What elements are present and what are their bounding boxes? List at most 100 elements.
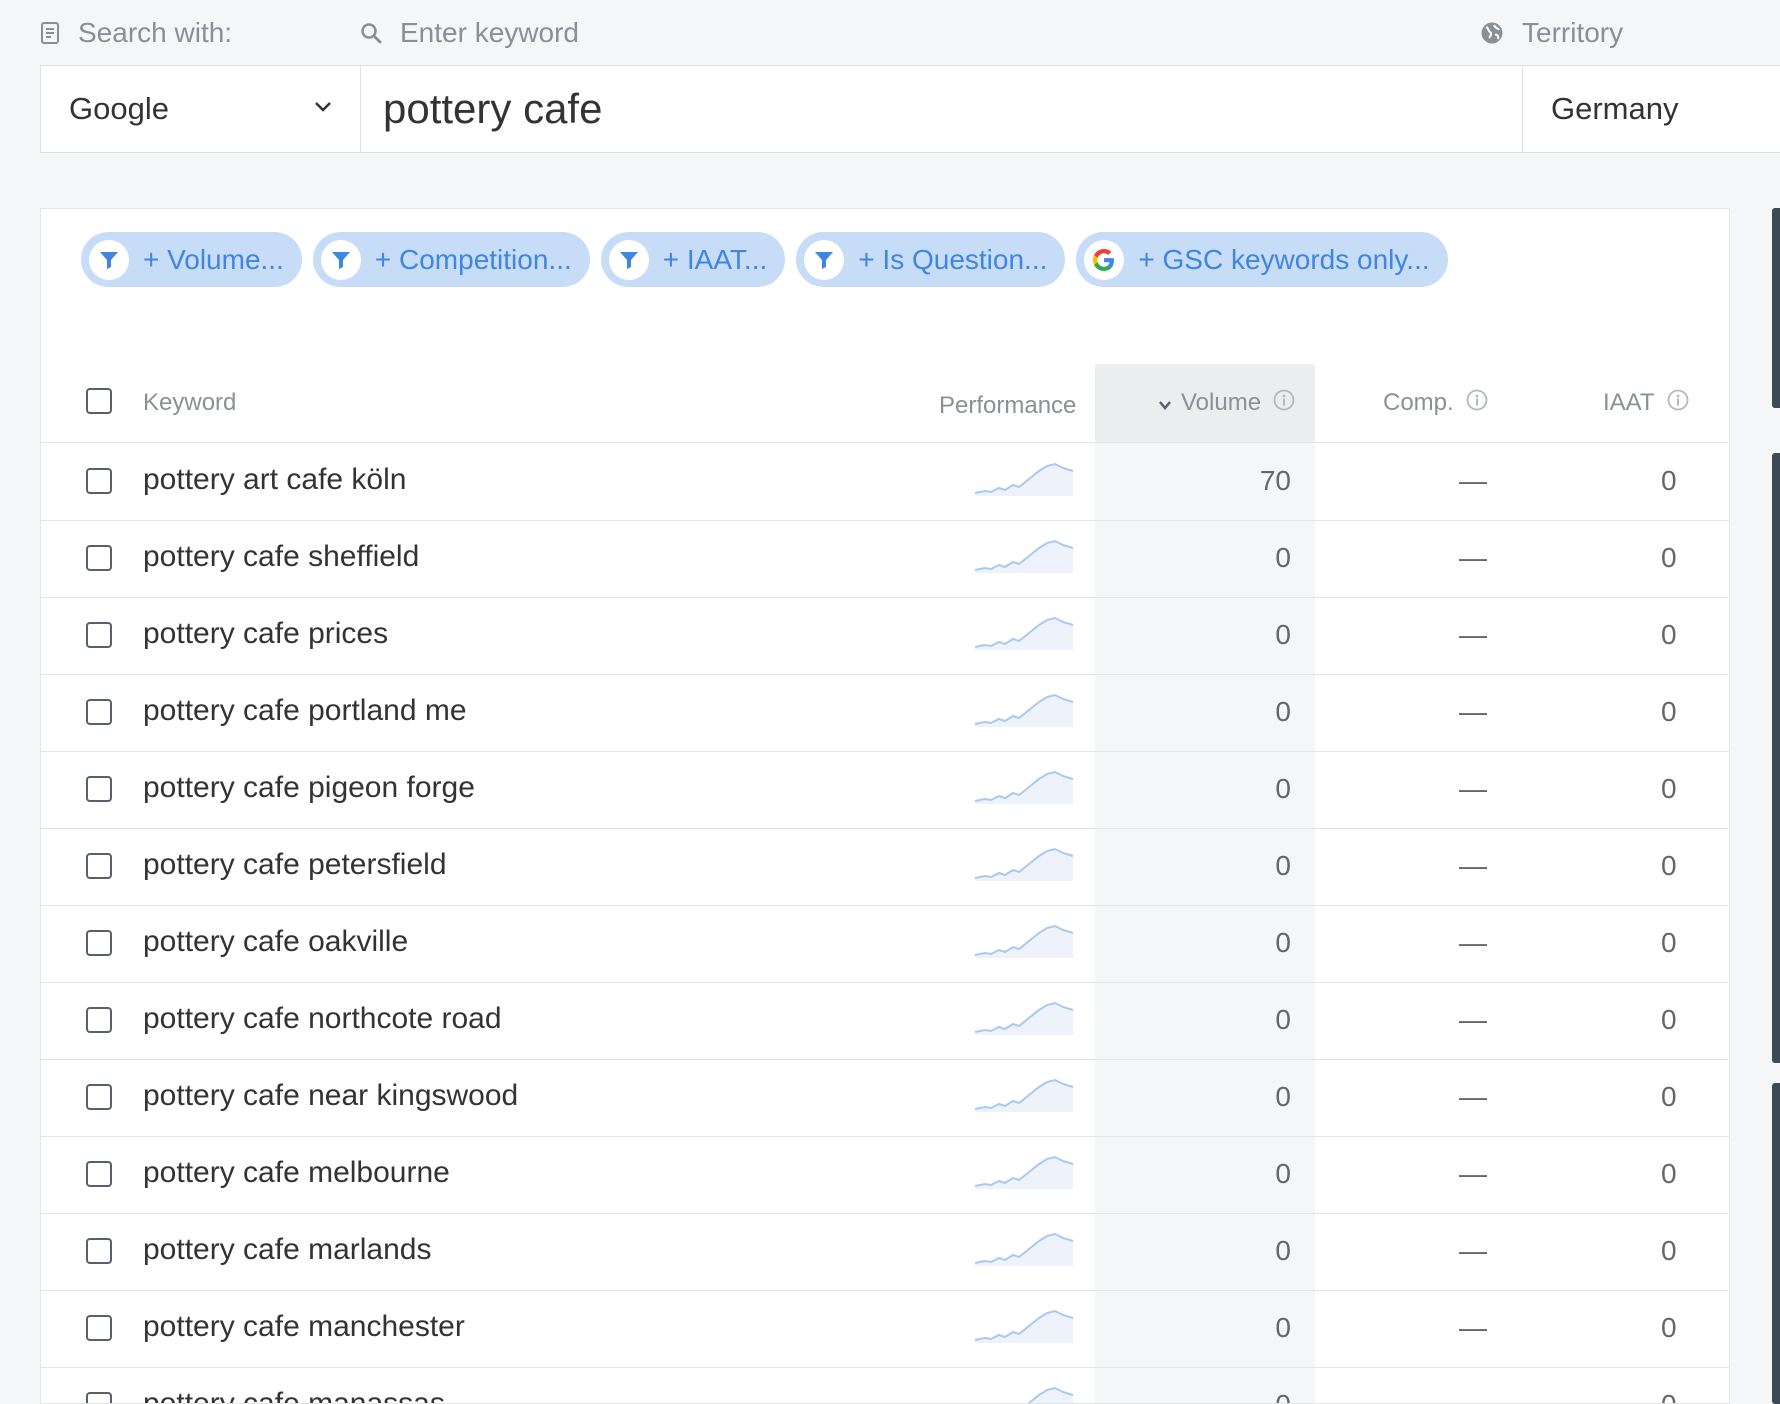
info-icon[interactable] xyxy=(1273,389,1295,418)
comp-cell: — xyxy=(1459,465,1487,496)
filter-icon xyxy=(320,239,361,280)
keyword-input[interactable] xyxy=(361,66,1522,152)
filter-icon xyxy=(89,239,129,280)
header-keyword[interactable]: Keyword xyxy=(143,364,236,442)
territory-select[interactable]: Germany xyxy=(1522,66,1780,152)
table-header: Keyword Performance Volume Comp. IAAT xyxy=(41,364,1729,443)
performance-sparkline xyxy=(973,692,1075,733)
performance-sparkline xyxy=(973,1385,1075,1403)
keyword-cell[interactable]: pottery cafe northcote road xyxy=(143,1002,502,1036)
row-checkbox[interactable] xyxy=(86,1161,112,1187)
row-checkbox[interactable] xyxy=(86,622,112,648)
row-checkbox[interactable] xyxy=(86,776,112,802)
iaat-cell: 0 xyxy=(1661,1312,1677,1343)
sort-desc-icon xyxy=(1159,389,1171,417)
table-row[interactable]: pottery cafe melbourne 0 — 0 xyxy=(41,1136,1729,1214)
comp-cell: — xyxy=(1459,1235,1487,1266)
performance-sparkline xyxy=(973,923,1075,964)
table-row[interactable]: pottery cafe petersfield 0 — 0 xyxy=(41,828,1729,906)
comp-cell: — xyxy=(1459,1081,1487,1112)
header-performance[interactable]: Performance xyxy=(939,367,1076,445)
google-icon xyxy=(1084,239,1125,280)
volume-cell: 0 xyxy=(1275,927,1291,958)
keyword-cell[interactable]: pottery art cafe köln xyxy=(143,463,406,497)
info-icon[interactable] xyxy=(1667,389,1689,418)
comp-cell: — xyxy=(1459,619,1487,650)
table-row[interactable]: pottery cafe manchester 0 — 0 xyxy=(41,1290,1729,1368)
side-panel-edge xyxy=(1772,208,1780,1404)
header-iaat[interactable]: IAAT xyxy=(1603,364,1689,442)
keyword-cell[interactable]: pottery cafe sheffield xyxy=(143,540,419,574)
search-labels: Search with: Enter keyword Territory xyxy=(0,0,1780,65)
comp-cell: — xyxy=(1459,927,1487,958)
iaat-cell: 0 xyxy=(1661,1158,1677,1189)
volume-cell: 0 xyxy=(1275,773,1291,804)
row-checkbox[interactable] xyxy=(86,468,112,494)
header-comp[interactable]: Comp. xyxy=(1383,364,1488,442)
performance-sparkline xyxy=(973,1308,1075,1349)
row-checkbox[interactable] xyxy=(86,699,112,725)
table-row[interactable]: pottery cafe portland me 0 — 0 xyxy=(41,674,1729,752)
filter-volume-button[interactable]: + Volume... xyxy=(81,232,302,287)
header-volume[interactable]: Volume xyxy=(1159,364,1295,442)
row-checkbox[interactable] xyxy=(86,853,112,879)
keyword-cell[interactable]: pottery cafe portland me xyxy=(143,694,467,728)
keyword-cell[interactable]: pottery cafe manchester xyxy=(143,1310,465,1344)
performance-sparkline xyxy=(973,769,1075,810)
keyword-cell[interactable]: pottery cafe oakville xyxy=(143,925,408,959)
keyword-cell[interactable]: pottery cafe melbourne xyxy=(143,1156,450,1190)
row-checkbox[interactable] xyxy=(86,1238,112,1264)
keyword-cell[interactable]: pottery cafe prices xyxy=(143,617,388,651)
comp-cell: — xyxy=(1459,850,1487,881)
performance-sparkline xyxy=(973,846,1075,887)
iaat-cell: 0 xyxy=(1661,773,1677,804)
table-row[interactable]: pottery cafe marlands 0 — 0 xyxy=(41,1213,1729,1291)
table-row[interactable]: pottery art cafe köln 70 — 0 xyxy=(41,443,1729,521)
row-checkbox[interactable] xyxy=(86,1084,112,1110)
filter-gsc-button[interactable]: + GSC keywords only... xyxy=(1076,232,1448,287)
iaat-cell: 0 xyxy=(1661,542,1677,573)
row-checkbox[interactable] xyxy=(86,1315,112,1341)
volume-cell: 0 xyxy=(1275,1312,1291,1343)
row-checkbox[interactable] xyxy=(86,1007,112,1033)
comp-cell: — xyxy=(1459,1312,1487,1343)
header-volume-label: Volume xyxy=(1181,389,1262,416)
performance-sparkline xyxy=(973,1231,1075,1272)
engine-select[interactable]: Google xyxy=(41,66,361,152)
table-row[interactable]: pottery cafe manassas 0 — 0 xyxy=(41,1367,1729,1403)
volume-cell: 0 xyxy=(1275,850,1291,881)
row-checkbox[interactable] xyxy=(86,545,112,571)
table-row[interactable]: pottery cafe near kingswood 0 — 0 xyxy=(41,1059,1729,1137)
comp-cell: — xyxy=(1459,542,1487,573)
filter-competition-button[interactable]: + Competition... xyxy=(312,232,590,287)
keyword-label-group: Enter keyword xyxy=(360,17,579,49)
row-checkbox[interactable] xyxy=(86,930,112,956)
table-row[interactable]: pottery cafe pigeon forge 0 — 0 xyxy=(41,751,1729,829)
table-row[interactable]: pottery cafe northcote road 0 — 0 xyxy=(41,982,1729,1060)
table-row[interactable]: pottery cafe sheffield 0 — 0 xyxy=(41,520,1729,598)
select-all-checkbox[interactable] xyxy=(86,388,112,414)
comp-cell: — xyxy=(1459,1158,1487,1189)
keyword-cell[interactable]: pottery cafe near kingswood xyxy=(143,1079,518,1113)
filter-iaat-button[interactable]: + IAAT... xyxy=(600,232,786,287)
table-row[interactable]: pottery cafe prices 0 — 0 xyxy=(41,597,1729,675)
filter-volume-label: + Volume... xyxy=(143,243,284,275)
iaat-cell: 0 xyxy=(1661,1389,1677,1403)
filter-is-question-label: + Is Question... xyxy=(858,243,1048,275)
iaat-cell: 0 xyxy=(1661,1235,1677,1266)
document-icon xyxy=(40,22,60,44)
filter-icon xyxy=(804,239,845,280)
keyword-cell[interactable]: pottery cafe pigeon forge xyxy=(143,771,475,805)
iaat-cell: 0 xyxy=(1661,465,1677,496)
performance-sparkline xyxy=(973,615,1075,656)
keyword-cell[interactable]: pottery cafe petersfield xyxy=(143,848,447,882)
row-checkbox[interactable] xyxy=(86,1392,112,1403)
keyword-cell[interactable]: pottery cafe manassas xyxy=(143,1387,445,1403)
table-row[interactable]: pottery cafe oakville 0 — 0 xyxy=(41,905,1729,983)
engine-select-value: Google xyxy=(69,91,169,126)
info-icon[interactable] xyxy=(1466,389,1488,418)
search-with-label: Search with: xyxy=(78,17,233,48)
filter-is-question-button[interactable]: + Is Question... xyxy=(796,232,1066,287)
keyword-label: Enter keyword xyxy=(400,17,579,48)
keyword-cell[interactable]: pottery cafe marlands xyxy=(143,1233,431,1267)
